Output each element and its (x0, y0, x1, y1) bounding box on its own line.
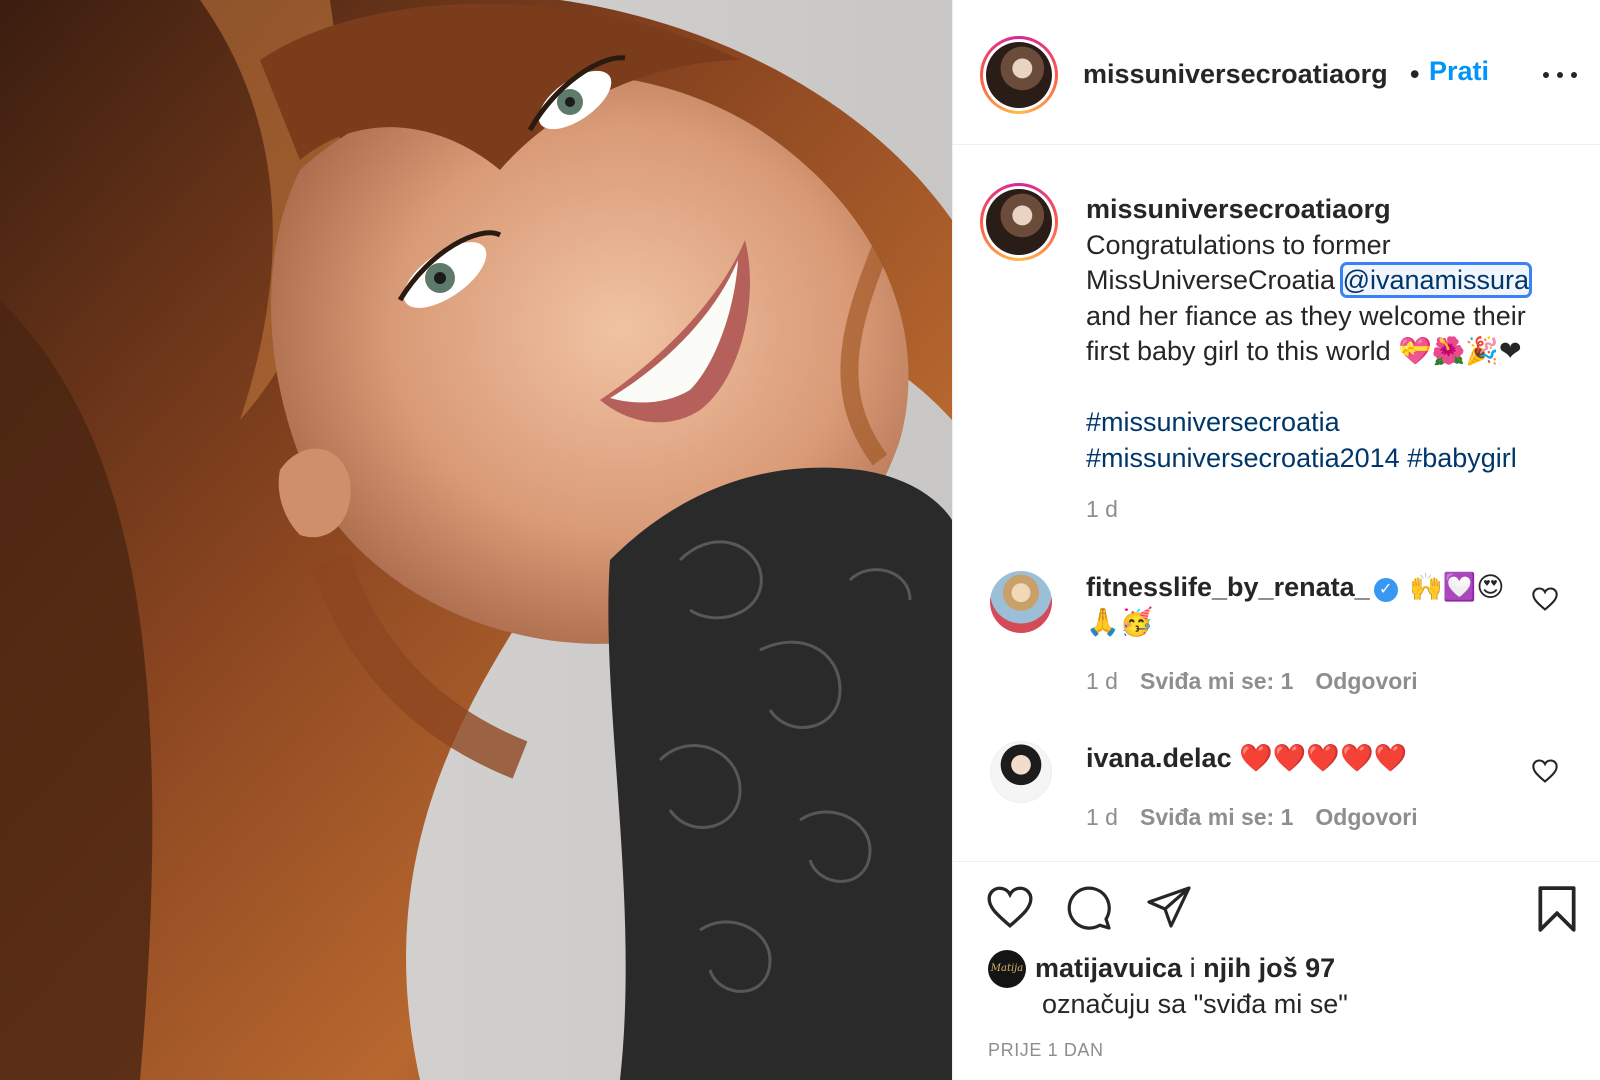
likes-text: matijavuica i njih još 97 označuju sa "s… (1035, 950, 1595, 1022)
liker-avatar[interactable]: Matija (988, 950, 1026, 988)
caption-line-2: MissUniverseCroatia (1086, 265, 1343, 295)
caption-line-3: and her fiance as they welcome their (1086, 300, 1526, 331)
comment-text: ivana.delac ❤️❤️❤️❤️❤️ (1086, 741, 1526, 776)
comment-bubble-icon[interactable] (1065, 884, 1113, 932)
comment-likes-count[interactable]: Sviđa mi se: 1 (1140, 668, 1293, 694)
portrait-illustration (0, 0, 952, 1080)
caption-line-1: Congratulations to former (1086, 229, 1391, 260)
hashtag-link[interactable]: #missuniversecroatia2014 (1086, 443, 1400, 473)
likes-joiner: i (1182, 953, 1204, 983)
follow-button[interactable]: Prati (1429, 56, 1489, 87)
separator-dot: • (1410, 59, 1420, 89)
comment-meta: 1 d Sviđa mi se: 1 Odgovori (1086, 804, 1418, 831)
caption-timestamp[interactable]: 1 d (1086, 496, 1118, 523)
hashtag-link[interactable]: #missuniversecroatia (1086, 407, 1340, 437)
comment-likes-count[interactable]: Sviđa mi se: 1 (1140, 804, 1293, 830)
comment-body-line-1: 🙌💟😍 (1409, 572, 1505, 602)
caption-line-4: first baby girl to this world 💝🌺🎉❤ (1086, 336, 1522, 366)
caption-username[interactable]: missuniversecroatiaorg (1086, 192, 1576, 228)
comment-like-heart-icon[interactable] (1531, 758, 1559, 784)
comments-area[interactable]: missuniversecroatiaorg Congratulations t… (953, 146, 1600, 862)
comment-body-line-2: 🙏🥳 (1086, 607, 1154, 637)
post-header: missuniversecroatiaorg • Prati (953, 3, 1600, 145)
comment-timestamp[interactable]: 1 d (1086, 804, 1118, 830)
comment-timestamp[interactable]: 1 d (1086, 668, 1118, 694)
post-side-panel: missuniversecroatiaorg • Prati missunive… (952, 0, 1600, 1080)
commenter-username[interactable]: fitnesslife_by_renata_ (1086, 572, 1370, 602)
likes-suffix: označuju sa "sviđa mi se" (1042, 989, 1348, 1019)
commenter-avatar[interactable] (990, 741, 1052, 803)
comment-text: fitnesslife_by_renata_ ✓ 🙌💟😍 🙏🥳 (1086, 570, 1526, 640)
comment-meta: 1 d Sviđa mi se: 1 Odgovori (1086, 668, 1418, 695)
more-options-icon[interactable] (1543, 63, 1579, 87)
reply-button[interactable]: Odgovori (1315, 804, 1417, 830)
hashtag-link[interactable]: #babygirl (1407, 443, 1517, 473)
comment-body-line-1: ❤️❤️❤️❤️❤️ (1239, 743, 1408, 773)
post-date[interactable]: PRIJE 1 DAN (988, 1040, 1104, 1061)
liker-username[interactable]: matijavuica (1035, 953, 1182, 983)
caption-author-avatar[interactable] (980, 183, 1058, 261)
mention-link[interactable]: @ivanamissura (1339, 262, 1533, 298)
comment-like-heart-icon[interactable] (1531, 586, 1559, 612)
action-bar (953, 870, 1600, 950)
caption: missuniversecroatiaorg Congratulations t… (1086, 192, 1576, 476)
reply-button[interactable]: Odgovori (1315, 668, 1417, 694)
commenter-avatar[interactable] (990, 571, 1052, 633)
other-likers-link[interactable]: njih još 97 (1203, 953, 1335, 983)
author-username[interactable]: missuniversecroatiaorg (1083, 59, 1388, 90)
author-avatar[interactable] (980, 36, 1058, 114)
save-bookmark-icon[interactable] (1535, 884, 1579, 934)
like-heart-icon[interactable] (985, 884, 1035, 930)
post-photo[interactable] (0, 0, 952, 1080)
share-paper-plane-icon[interactable] (1145, 884, 1193, 930)
commenter-username[interactable]: ivana.delac (1086, 743, 1232, 773)
verified-badge-icon: ✓ (1373, 578, 1398, 602)
